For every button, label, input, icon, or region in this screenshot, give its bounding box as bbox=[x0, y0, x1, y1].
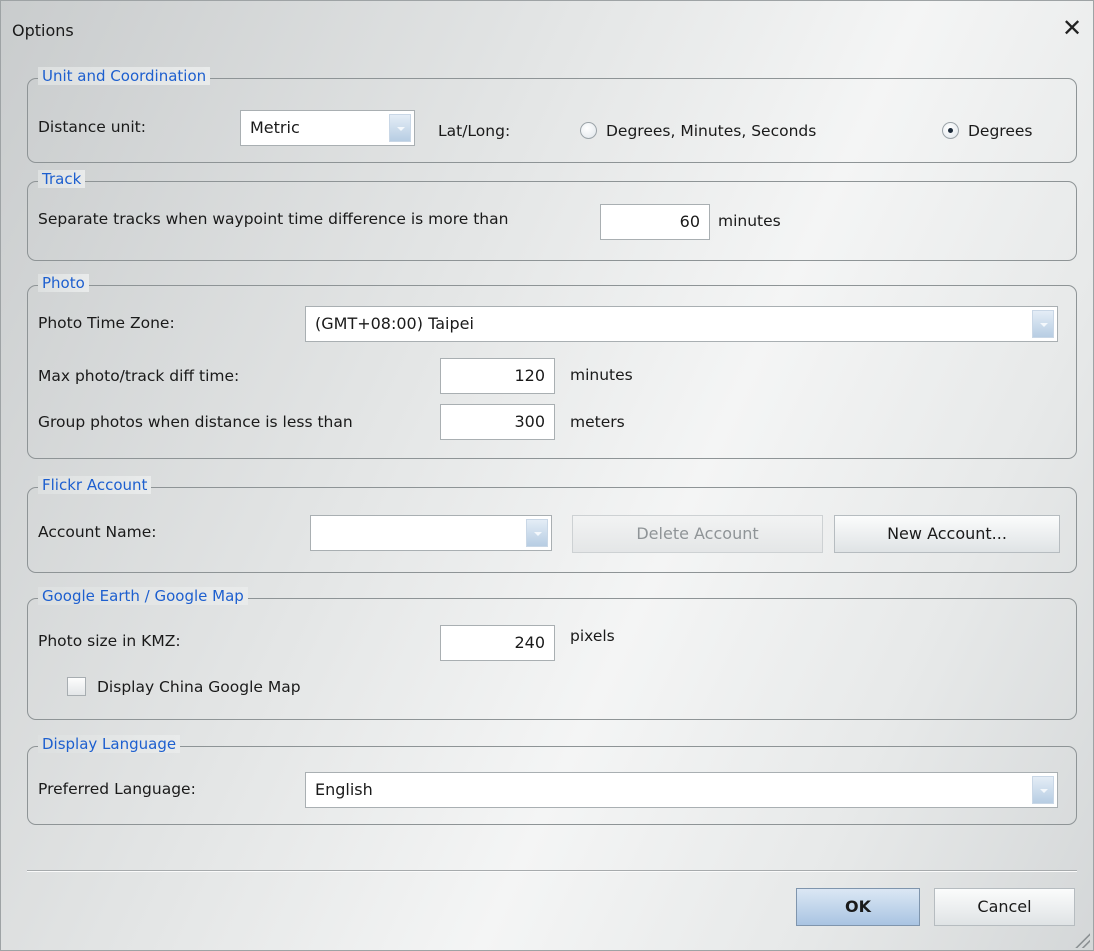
distance-unit-select[interactable]: Metric bbox=[240, 110, 415, 146]
footer-separator bbox=[27, 870, 1077, 872]
new-account-button[interactable]: New Account... bbox=[834, 515, 1060, 553]
group-distance-unit: meters bbox=[570, 413, 625, 431]
photo-timezone-select[interactable]: (GMT+08:00) Taipei bbox=[305, 306, 1058, 342]
cancel-button[interactable]: Cancel bbox=[934, 888, 1075, 926]
account-name-label: Account Name: bbox=[38, 523, 157, 541]
separate-tracks-label: Separate tracks when waypoint time diffe… bbox=[38, 210, 509, 228]
resize-grip-icon[interactable] bbox=[1072, 930, 1090, 948]
photo-timezone-label: Photo Time Zone: bbox=[38, 314, 175, 332]
separate-tracks-input[interactable]: 60 bbox=[600, 204, 710, 240]
distance-unit-label: Distance unit: bbox=[38, 118, 146, 136]
max-diff-unit: minutes bbox=[570, 366, 633, 384]
group-distance-label: Group photos when distance is less than bbox=[38, 413, 353, 431]
radio-degrees-label[interactable]: Degrees bbox=[968, 122, 1033, 140]
latlong-label: Lat/Long: bbox=[438, 122, 511, 140]
chevron-down-icon[interactable] bbox=[526, 519, 548, 547]
separate-tracks-unit: minutes bbox=[718, 212, 781, 230]
dialog-title: Options bbox=[12, 21, 74, 40]
google-legend: Google Earth / Google Map bbox=[38, 587, 248, 605]
photo-size-unit: pixels bbox=[570, 627, 615, 645]
photo-size-label: Photo size in KMZ: bbox=[38, 632, 181, 650]
max-diff-input[interactable]: 120 bbox=[440, 358, 555, 394]
flickr-legend: Flickr Account bbox=[38, 476, 152, 494]
delete-account-button[interactable]: Delete Account bbox=[572, 515, 823, 553]
photo-timezone-value: (GMT+08:00) Taipei bbox=[315, 314, 474, 333]
unit-coordination-group: Unit and Coordination bbox=[27, 67, 1077, 163]
chevron-down-icon[interactable] bbox=[389, 114, 411, 142]
radio-dms-label[interactable]: Degrees, Minutes, Seconds bbox=[606, 122, 816, 140]
max-diff-label: Max photo/track diff time: bbox=[38, 367, 240, 385]
chevron-down-icon[interactable] bbox=[1032, 776, 1054, 804]
unit-coordination-legend: Unit and Coordination bbox=[38, 67, 211, 85]
china-map-checkbox[interactable] bbox=[67, 677, 86, 696]
china-map-label[interactable]: Display China Google Map bbox=[97, 678, 301, 696]
language-legend: Display Language bbox=[38, 735, 181, 753]
chevron-down-icon[interactable] bbox=[1032, 310, 1054, 338]
photo-legend: Photo bbox=[38, 274, 89, 292]
group-distance-input[interactable]: 300 bbox=[440, 404, 555, 440]
distance-unit-value: Metric bbox=[250, 118, 300, 137]
track-legend: Track bbox=[38, 170, 86, 188]
radio-selected-dot bbox=[948, 128, 953, 133]
radio-dms[interactable] bbox=[580, 122, 597, 139]
preferred-language-value: English bbox=[315, 780, 373, 799]
preferred-language-select[interactable]: English bbox=[305, 772, 1058, 808]
radio-degrees[interactable] bbox=[942, 122, 959, 139]
photo-size-input[interactable]: 240 bbox=[440, 625, 555, 661]
ok-button[interactable]: OK bbox=[796, 888, 920, 926]
account-name-select[interactable] bbox=[310, 515, 552, 551]
preferred-language-label: Preferred Language: bbox=[38, 780, 196, 798]
close-icon[interactable]: ✕ bbox=[1062, 16, 1082, 40]
